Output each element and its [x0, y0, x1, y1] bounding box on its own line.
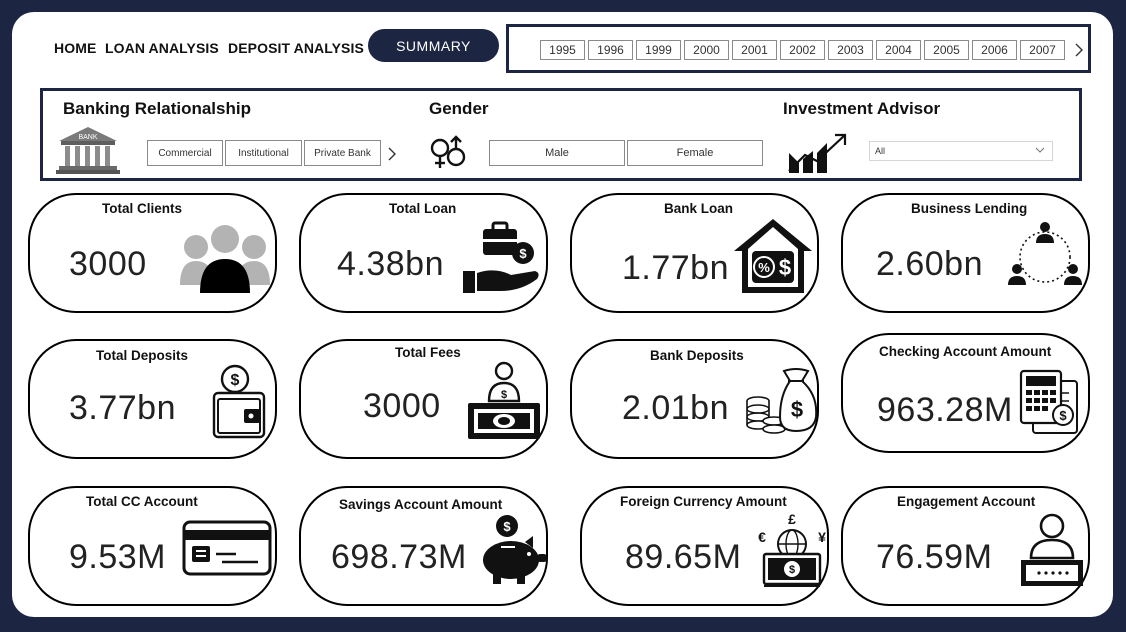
clients-icon [180, 225, 270, 293]
kpi-card-bank-loan: Bank Loan 1.77bn % $ [570, 193, 819, 313]
gender-option-male[interactable]: Male [489, 140, 625, 166]
svg-text:£: £ [788, 511, 796, 527]
kpi-value: 9.53M [69, 538, 166, 576]
kpi-value: 698.73M [331, 538, 467, 576]
year-option[interactable]: 2005 [924, 40, 969, 60]
year-slicer: 1995 1996 1999 2000 2001 2002 2003 2004 … [506, 24, 1091, 73]
kpi-card-total-cc-account: Total CC Account 9.53M [28, 486, 277, 606]
kpi-title: Business Lending [911, 201, 1028, 216]
kpi-title: Checking Account Amount [879, 344, 1052, 359]
svg-text:$: $ [501, 389, 507, 401]
svg-text:$: $ [779, 255, 791, 280]
kpi-card-savings-account-amount: Savings Account Amount 698.73M $ [299, 486, 548, 606]
account-user-icon [1021, 513, 1083, 586]
gender-title: Gender [429, 99, 489, 118]
year-option[interactable]: 2001 [732, 40, 777, 60]
svg-text:$: $ [231, 372, 240, 389]
year-option[interactable]: 2004 [876, 40, 921, 60]
kpi-card-business-lending: Business Lending 2.60bn [841, 193, 1090, 313]
coins-bag-icon: $ [746, 368, 818, 434]
kpi-value: 3000 [363, 387, 441, 425]
chevron-down-icon [1035, 147, 1045, 153]
kpi-card-engagement-account: Engagement Account 76.59M [841, 486, 1090, 606]
network-people-icon [1008, 222, 1082, 285]
nav-home[interactable]: HOME [54, 40, 96, 56]
gender-option-female[interactable]: Female [627, 140, 763, 166]
kpi-value: 4.38bn [337, 245, 444, 283]
kpi-value: 1.77bn [622, 249, 729, 287]
svg-text:%: % [758, 260, 770, 275]
loan-hand-icon: $ [463, 221, 539, 293]
svg-text:€: € [758, 529, 766, 545]
kpi-card-foreign-currency-amount: Foreign Currency Amount 89.65M £ € ¥ $ [580, 486, 829, 606]
gender-icon [430, 135, 466, 168]
svg-text:$: $ [791, 397, 803, 422]
investment-advisor-selected: All [875, 146, 886, 156]
nav-summary-button[interactable]: SUMMARY [368, 29, 499, 62]
banking-relationship-title: Banking Relationalship [63, 99, 251, 118]
credit-card-icon [182, 520, 272, 576]
currency-exchange-icon: £ € ¥ $ [758, 511, 826, 587]
kpi-value: 3000 [69, 245, 147, 283]
year-option[interactable]: 1995 [540, 40, 585, 60]
cash-person-icon: $ [468, 361, 540, 439]
svg-text:$: $ [503, 519, 511, 534]
kpi-value: 76.59M [876, 538, 993, 576]
kpi-title: Total CC Account [86, 494, 198, 509]
relationship-option-private-bank[interactable]: Private Bank [304, 140, 381, 166]
dashboard-canvas: HOME LOAN ANALYSIS DEPOSIT ANALYSIS SUMM… [12, 12, 1113, 617]
year-option[interactable]: 2007 [1020, 40, 1065, 60]
year-option[interactable]: 1999 [636, 40, 681, 60]
kpi-card-total-loan: Total Loan 4.38bn $ [299, 193, 548, 313]
kpi-value: 2.01bn [622, 389, 729, 427]
investment-advisor-title: Investment Advisor [783, 99, 941, 118]
kpi-value: 2.60bn [876, 245, 983, 283]
kpi-title: Savings Account Amount [339, 497, 503, 512]
svg-text:$: $ [1059, 408, 1067, 423]
kpi-value: 963.28M [877, 391, 1013, 429]
nav-loan-analysis[interactable]: LOAN ANALYSIS [105, 40, 219, 56]
investment-advisor-dropdown[interactable]: All [869, 141, 1053, 161]
year-option[interactable]: 2003 [828, 40, 873, 60]
svg-text:$: $ [789, 564, 795, 576]
svg-text:$: $ [519, 246, 527, 261]
kpi-card-total-deposits: Total Deposits 3.77bn $ [28, 339, 277, 459]
kpi-card-bank-deposits: Bank Deposits 2.01bn $ [570, 339, 819, 459]
year-option[interactable]: 1996 [588, 40, 633, 60]
kpi-card-total-fees: Total Fees 3000 $ [299, 339, 548, 459]
house-percent-icon: % $ [734, 219, 812, 293]
relationship-option-commercial[interactable]: Commercial [147, 140, 223, 166]
year-option[interactable]: 2006 [972, 40, 1017, 60]
growth-chart-icon [788, 133, 847, 173]
chevron-right-icon[interactable] [1074, 42, 1084, 58]
kpi-title: Total Deposits [96, 348, 189, 363]
kpi-value: 89.65M [625, 538, 742, 576]
filter-panel: Banking Relationalship BANK Commercial I… [40, 88, 1082, 181]
kpi-card-checking-account-amount: Checking Account Amount 963.28M $ [841, 333, 1090, 453]
svg-text:BANK: BANK [78, 134, 97, 141]
relationship-option-institutional[interactable]: Institutional [225, 140, 302, 166]
piggy-bank-icon: $ [483, 515, 547, 584]
kpi-value: 3.77bn [69, 389, 176, 427]
wallet-icon: $ [212, 364, 266, 439]
nav-deposit-analysis[interactable]: DEPOSIT ANALYSIS [228, 40, 364, 56]
kpi-card-total-clients: Total Clients 3000 [28, 193, 277, 313]
year-option[interactable]: 2000 [684, 40, 729, 60]
calculator-icon: $ [1019, 369, 1078, 434]
svg-text:¥: ¥ [818, 529, 826, 545]
chevron-right-icon[interactable] [387, 146, 397, 162]
kpi-title: Engagement Account [897, 494, 1036, 509]
bank-icon: BANK [56, 127, 120, 174]
year-option[interactable]: 2002 [780, 40, 825, 60]
kpi-title: Foreign Currency Amount [620, 494, 787, 509]
